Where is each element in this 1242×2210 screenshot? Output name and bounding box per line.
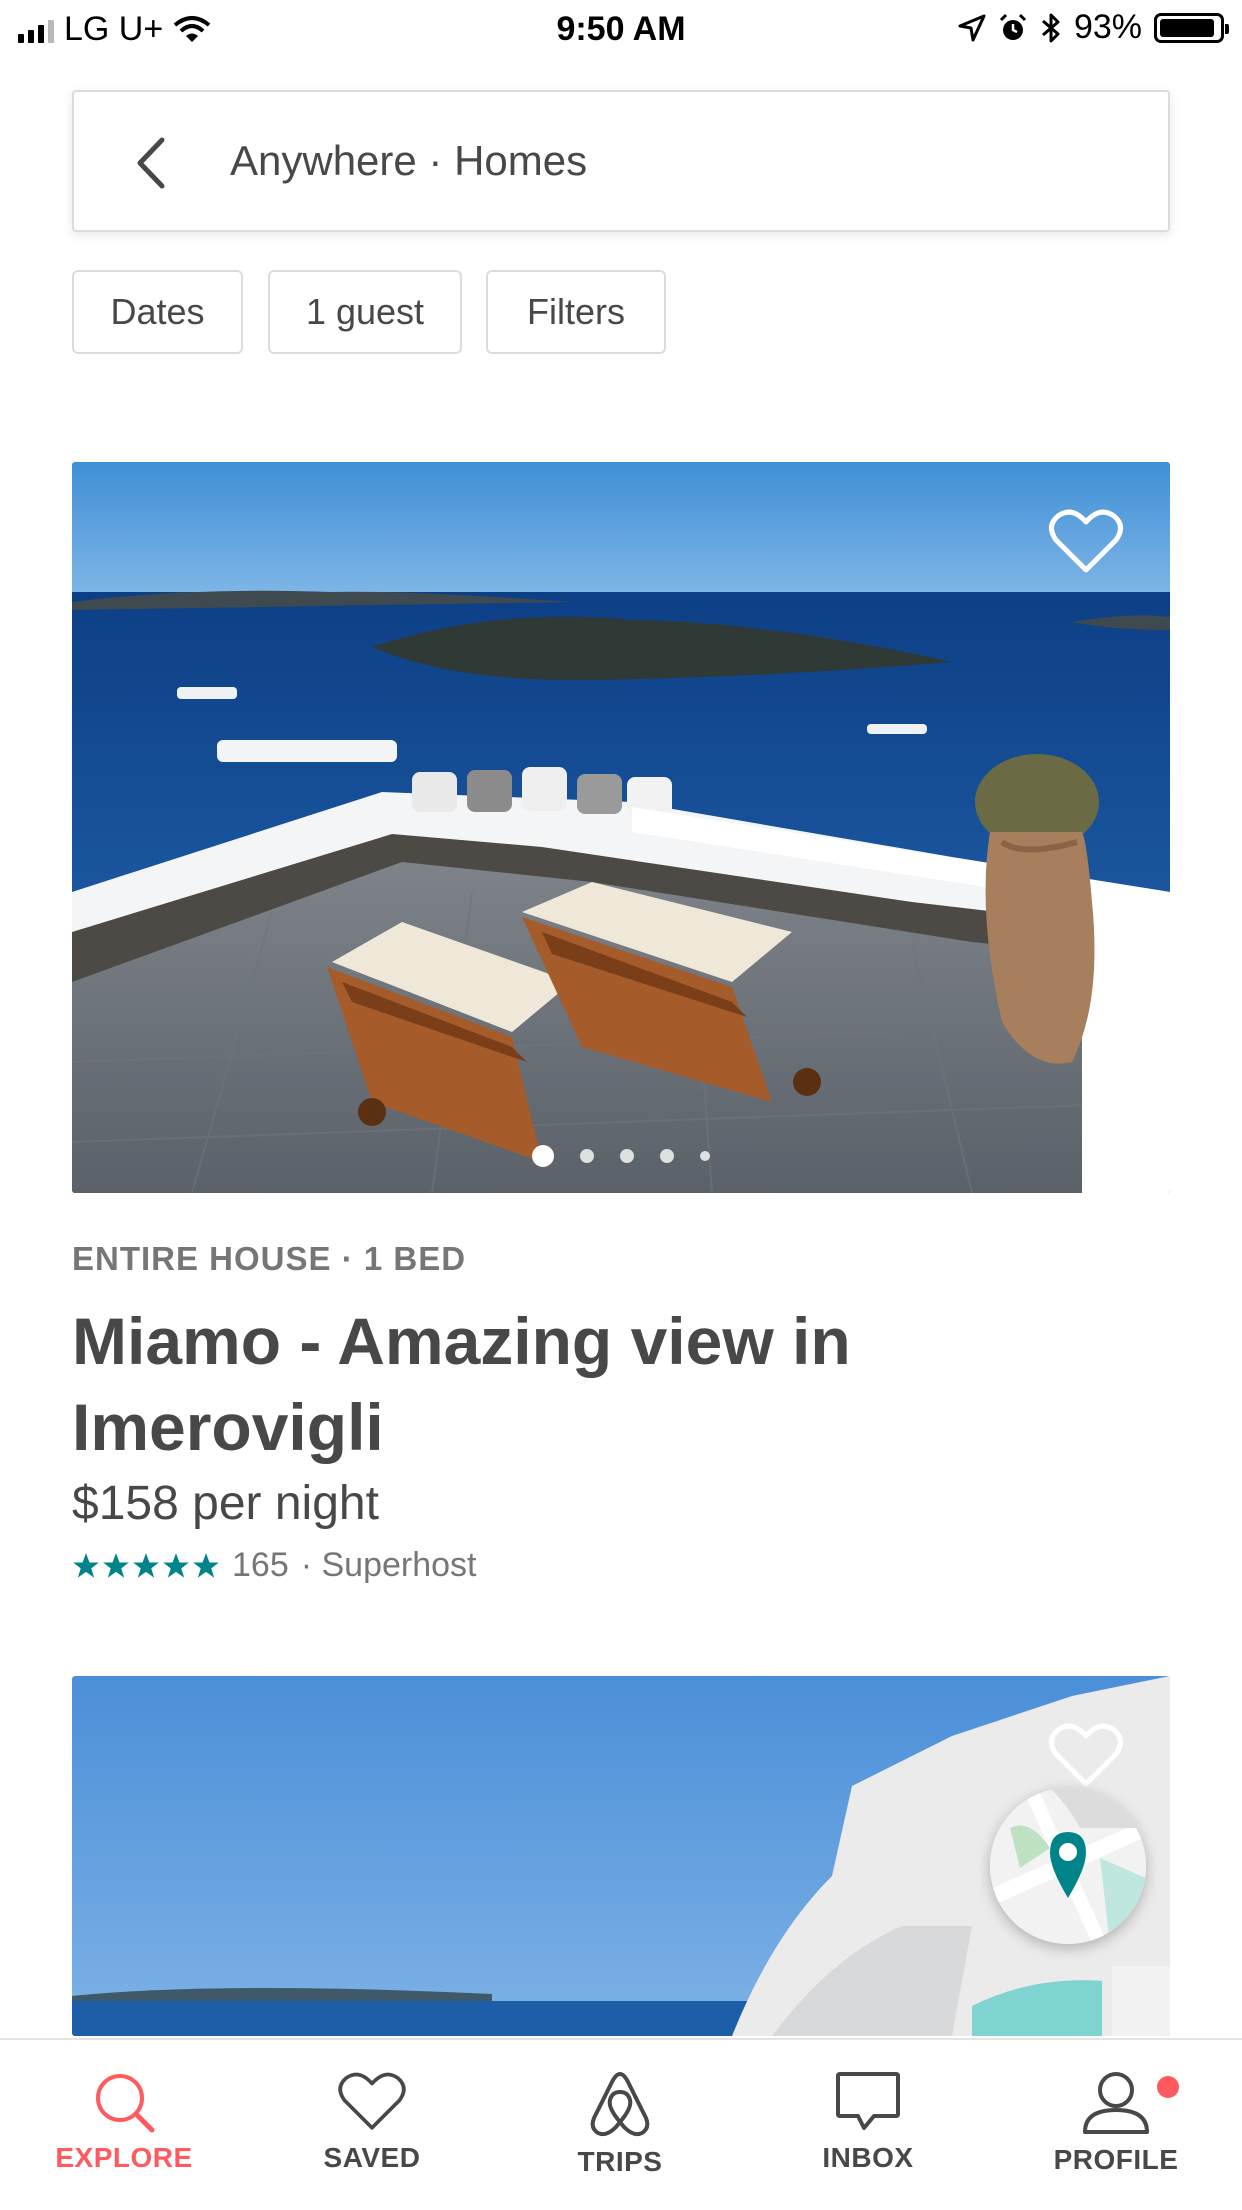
superhost-badge: · Superhost: [300, 1546, 477, 1584]
filters-button[interactable]: Filters: [486, 270, 666, 354]
search-icon: [96, 2074, 155, 2133]
nav-label: TRIPS: [577, 2146, 663, 2177]
star-rating: [72, 1552, 220, 1580]
pagination-dot[interactable]: [700, 1151, 710, 1161]
bottom-nav: EXPLORE SAVED TRIPS INBOX PROFILE: [0, 2038, 1242, 2210]
santorini-terrace-image: [72, 462, 1170, 1193]
pagination-dot[interactable]: [580, 1149, 594, 1163]
star-icon: [193, 1552, 219, 1578]
nav-label: EXPLORE: [55, 2142, 193, 2173]
star-icon: [73, 1552, 99, 1578]
star-icon: [103, 1552, 129, 1578]
guests-filter-button[interactable]: 1 guest: [268, 270, 462, 354]
nav-item-saved[interactable]: SAVED: [272, 2070, 472, 2174]
battery-icon: [1154, 12, 1229, 43]
search-query[interactable]: Anywhere · Homes: [230, 137, 587, 185]
pagination-dot[interactable]: [660, 1149, 674, 1163]
review-count: 165: [232, 1546, 289, 1584]
status-bar: LG U+ 9:50 AM 93%: [0, 0, 1242, 60]
nav-item-trips[interactable]: TRIPS: [520, 2070, 720, 2178]
search-bar[interactable]: Anywhere · Homes: [72, 90, 1170, 232]
user-icon: [1083, 2072, 1149, 2134]
airbnb-logo-icon: [590, 2072, 650, 2137]
rating-row: 165 · Superhost: [72, 1546, 477, 1585]
chevron-left-icon[interactable]: [132, 136, 172, 190]
notification-dot: [1157, 2076, 1179, 2098]
listing-title[interactable]: Miamo - Amazing view in Imerovigli: [72, 1298, 932, 1470]
listing-photo[interactable]: [72, 462, 1170, 1193]
nav-item-explore[interactable]: EXPLORE: [24, 2070, 224, 2174]
heart-icon[interactable]: [1048, 508, 1124, 576]
listing-kicker: ENTIRE HOUSE · 1 BED: [72, 1240, 467, 1277]
alarm-icon: [999, 13, 1026, 40]
nav-item-profile[interactable]: PROFILE: [1016, 2070, 1216, 2176]
heart-icon[interactable]: [1048, 1722, 1124, 1790]
nav-label: PROFILE: [1053, 2144, 1179, 2175]
bluetooth-icon: [1041, 13, 1060, 42]
status-right: 93%: [958, 8, 1229, 47]
chat-icon: [836, 2072, 900, 2130]
photo-pagination-dots: [72, 1145, 1170, 1167]
map-button[interactable]: [990, 1788, 1146, 1944]
star-icon: [133, 1552, 159, 1578]
battery-percent: 93%: [1073, 8, 1142, 46]
nav-label: INBOX: [822, 2142, 914, 2173]
pagination-dot[interactable]: [620, 1149, 634, 1163]
location-icon: [958, 14, 986, 41]
star-icon: [163, 1552, 189, 1578]
listing-price: $158 per night: [72, 1477, 379, 1530]
map-pin-icon: [990, 1788, 1146, 1944]
nav-item-inbox[interactable]: INBOX: [768, 2070, 968, 2174]
dates-filter-button[interactable]: Dates: [72, 270, 243, 354]
nav-label: SAVED: [323, 2142, 421, 2173]
pagination-dot[interactable]: [532, 1145, 554, 1167]
battery-fill: [1160, 18, 1214, 37]
heart-icon: [338, 2072, 406, 2130]
